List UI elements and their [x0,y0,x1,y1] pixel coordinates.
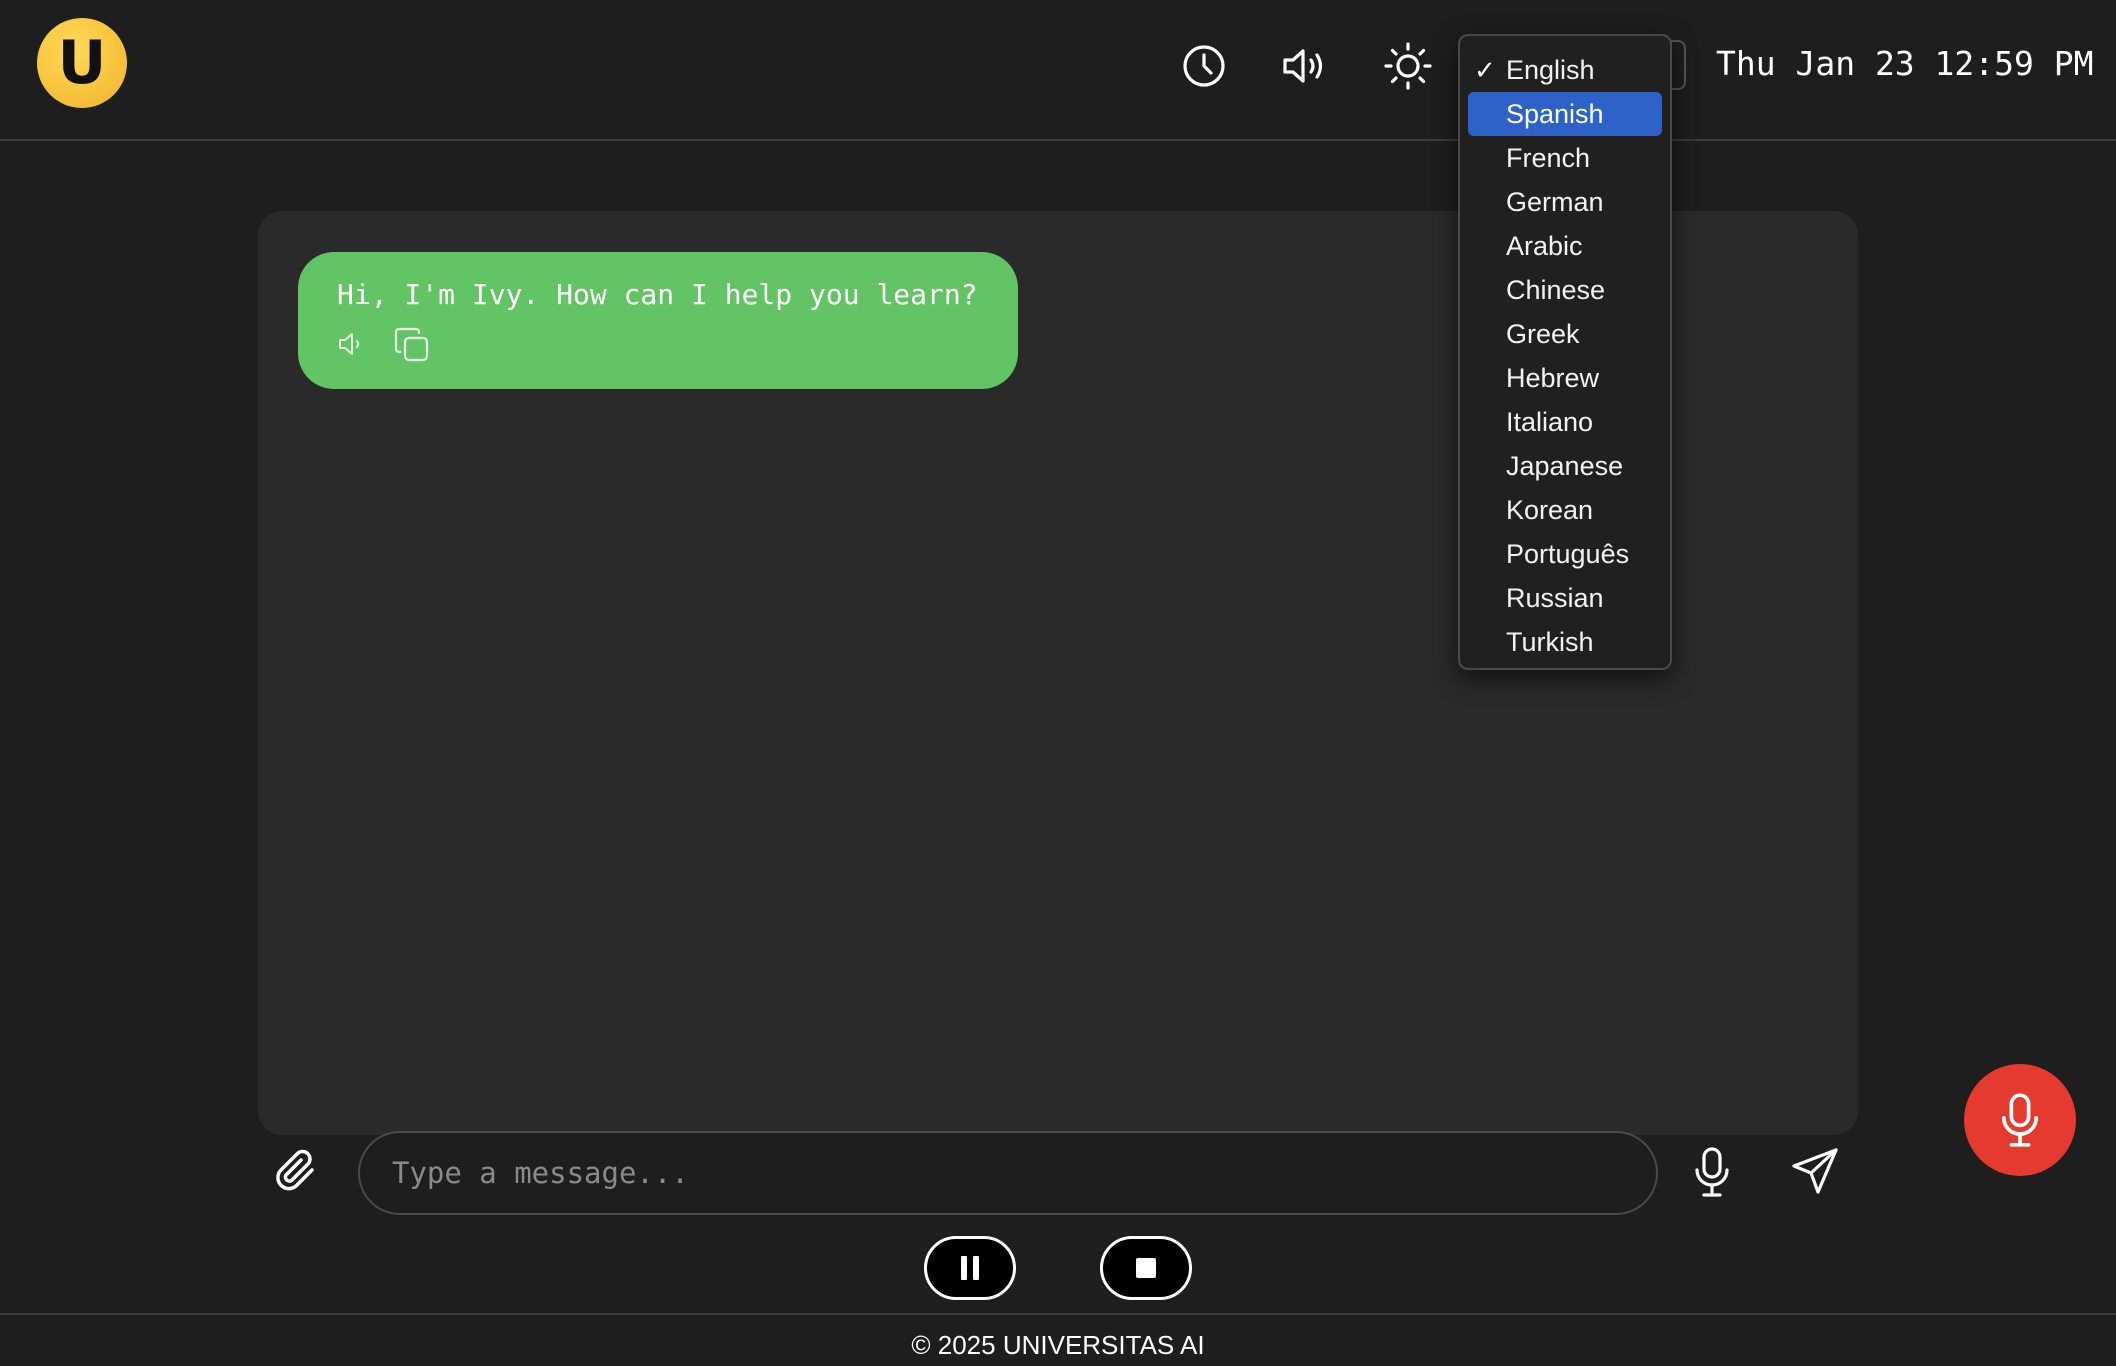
stop-button[interactable] [1100,1236,1192,1300]
option-label: Hebrew [1506,363,1600,393]
option-label: Arabic [1506,231,1583,261]
language-option-portugues[interactable]: Português [1468,532,1662,576]
option-label: Italiano [1506,407,1594,437]
microphone-icon[interactable] [1692,1146,1744,1202]
send-icon[interactable] [1790,1146,1846,1202]
datetime: Thu Jan 23 12:59 PM [1716,44,2094,83]
pause-button[interactable] [924,1236,1016,1300]
option-label: Turkish [1506,627,1594,657]
read-aloud-icon[interactable] [338,330,370,363]
option-label: German [1506,187,1604,217]
attach-icon[interactable] [272,1146,324,1198]
pause-icon [961,1256,979,1280]
language-option-italiano[interactable]: Italiano [1468,400,1662,444]
microphone-icon [2002,1093,2038,1147]
checkmark-icon: ✓ [1474,55,1496,85]
language-option-turkish[interactable]: Turkish [1468,620,1662,664]
language-option-russian[interactable]: Russian [1468,576,1662,620]
language-option-french[interactable]: French [1468,136,1662,180]
option-label: French [1506,143,1591,173]
logo[interactable]: U [37,18,127,108]
message-input[interactable] [358,1131,1658,1215]
option-label: Chinese [1506,275,1606,305]
language-dropdown-menu: ✓ English Spanish French German Arabic C… [1458,34,1672,670]
history-icon[interactable] [1178,40,1230,92]
option-label: English [1506,55,1595,85]
language-option-arabic[interactable]: Arabic [1468,224,1662,268]
message-text: Hi, I'm Ivy. How can I help you learn? [337,278,978,311]
option-label: Greek [1506,319,1580,349]
language-option-spanish[interactable]: Spanish [1468,92,1662,136]
language-option-greek[interactable]: Greek [1468,312,1662,356]
option-label: Russian [1506,583,1604,613]
language-option-german[interactable]: German [1468,180,1662,224]
option-label: Korean [1506,495,1594,525]
logo-letter: U [57,28,107,98]
speaker-icon[interactable] [1280,40,1332,92]
language-option-japanese[interactable]: Japanese [1468,444,1662,488]
option-label: Português [1506,539,1630,569]
sun-icon[interactable] [1382,40,1434,92]
assistant-message-bubble: Hi, I'm Ivy. How can I help you learn? [298,252,1018,389]
top-bar: U Thu Jan 23 12:59 PM [0,0,2116,141]
option-label: Spanish [1506,99,1604,129]
footer: © 2025 UNIVERSITAS AI [0,1313,2116,1366]
footer-copyright: © 2025 UNIVERSITAS AI [911,1330,1205,1360]
record-button[interactable] [1964,1064,2076,1176]
language-option-korean[interactable]: Korean [1468,488,1662,532]
language-option-hebrew[interactable]: Hebrew [1468,356,1662,400]
option-label: Japanese [1506,451,1624,481]
language-option-english[interactable]: ✓ English [1468,48,1662,92]
copy-icon[interactable] [393,326,431,369]
stop-icon [1136,1258,1156,1278]
language-option-chinese[interactable]: Chinese [1468,268,1662,312]
